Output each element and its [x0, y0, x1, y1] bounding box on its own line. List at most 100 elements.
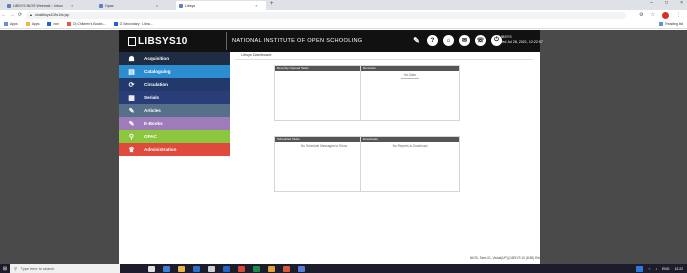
tray-clock[interactable]: 12:22 [675, 267, 684, 271]
close-window-icon[interactable]: × [680, 0, 683, 6]
bookmark-apps[interactable]: Apps [4, 22, 18, 26]
close-icon[interactable]: × [255, 3, 257, 8]
acquisition-icon: ☗ [128, 55, 135, 63]
panel-rule [401, 78, 419, 79]
app-header: LIBSYS10 NATIONAL INSTITUTE OF OPEN SCHO… [119, 30, 543, 52]
system-tray: ⌁ ♪ ENG 12:22 [636, 265, 687, 272]
bookmark-star-icon[interactable]: ☆ [651, 12, 655, 18]
menu-ebooks[interactable]: ✎ E-Books [119, 117, 230, 130]
status-bar: NIOS, Sent-01, Vishal(UP) [LIBSYS 10 (8.… [470, 256, 547, 260]
back-icon[interactable]: ← [0, 12, 8, 18]
home-icon[interactable]: ⌂ [443, 35, 454, 46]
panel-scheduled-tasks: Scheduled Tasks No Schedule Messages to … [274, 136, 374, 192]
windows-start-icon[interactable]: ⊞ [0, 264, 10, 273]
panel-body [275, 71, 373, 73]
divider [235, 59, 533, 60]
bookmark-favicon-icon [47, 22, 52, 26]
dashboard: Libsys Dashboard Recently Opened Tasks R… [230, 52, 546, 264]
tab-opac[interactable]: Opac × [96, 1, 174, 10]
bookmark-favicon-icon [113, 22, 118, 26]
reading-list[interactable]: Reading list [659, 22, 683, 26]
app-icon[interactable] [298, 265, 305, 272]
institution-title: NATIONAL INSTITUTE OF OPEN SCHOOLING [232, 38, 363, 44]
edge-icon[interactable] [163, 265, 170, 272]
circulation-icon: ⟳ [128, 81, 135, 89]
network-icon[interactable]: ⌁ [648, 267, 650, 271]
profile-avatar[interactable] [662, 11, 669, 19]
extensions-icon[interactable]: ⚙ [639, 12, 643, 18]
panel-downloads: Downloads No Reports to Download [360, 136, 460, 192]
taskbar: ⊞ ⚲ Type here to search ⌁ ♪ ENG 12:22 [0, 264, 687, 273]
help-icon[interactable]: ? [427, 35, 438, 46]
chat-icon[interactable]: ☏ [475, 35, 486, 46]
word-icon[interactable] [223, 265, 230, 272]
excel-icon[interactable] [253, 265, 260, 272]
panel-recent-tasks: Recently Opened Tasks [274, 65, 374, 121]
cataloguing-icon: ▤ [128, 68, 135, 76]
libsys-logo[interactable]: LIBSYS10 [128, 36, 188, 47]
url-text: nioslibsys10/ls1/ls.jsp [34, 13, 70, 17]
menu-serials[interactable]: ▦ Serials [119, 91, 230, 104]
articles-icon: ✎ [128, 107, 135, 115]
tab-favicon-icon [179, 3, 183, 8]
taskbar-search[interactable]: ⚲ Type here to search [10, 264, 120, 273]
tray-language[interactable]: ENG [662, 267, 669, 271]
serials-icon: ▦ [128, 94, 135, 102]
powerpoint-icon[interactable] [238, 265, 245, 272]
panel-body: No Data [404, 73, 416, 77]
panel-reminder: Reminder No Data [360, 65, 460, 121]
store-icon[interactable] [193, 265, 200, 272]
volume-icon[interactable]: ♪ [655, 267, 657, 271]
menu-circulation[interactable]: ⟳ Circulation [119, 78, 230, 91]
chrome-icon[interactable] [283, 265, 290, 272]
bookmark-apps-2[interactable]: Apps [25, 22, 39, 26]
close-icon[interactable]: × [156, 3, 158, 8]
administration-icon: ♛ [128, 146, 135, 154]
window-controls: – □ × [650, 0, 683, 6]
app-icon[interactable] [208, 265, 215, 272]
address-bar[interactable]: 🔒︎ nioslibsys10/ls1/ls.jsp [26, 11, 626, 19]
tab-favicon-icon [99, 3, 103, 8]
menu-opac[interactable]: ⚲ OPAC [119, 130, 230, 143]
tray-app-icon[interactable] [636, 265, 644, 272]
close-icon[interactable]: × [71, 3, 73, 8]
user-info: LIBSYS Wed Jul 28, 2021, 12:22:57 [499, 35, 543, 45]
tools-icon[interactable]: ✎ [411, 35, 422, 46]
search-icon: ⚲ [14, 267, 17, 271]
app-icon[interactable] [268, 265, 275, 272]
email-icon[interactable]: ✉ [459, 35, 470, 46]
lock-icon: 🔒︎ [30, 13, 32, 17]
header-divider [226, 32, 227, 50]
left-margin [0, 30, 119, 264]
apps-grid-icon [4, 22, 8, 26]
reload-icon[interactable]: ⟳ [16, 12, 24, 18]
new-tab-button[interactable]: + [270, 1, 274, 7]
opac-icon: ⚲ [128, 133, 135, 141]
file-explorer-icon[interactable] [178, 265, 185, 272]
browser-toolbar: ← → ⟳ 🔒︎ nioslibsys10/ls1/ls.jsp ⚙ ☆ ⋮ [0, 10, 687, 20]
tab-libsys[interactable]: Libsys × [176, 1, 266, 10]
bookmark-nwr[interactable]: nwr [47, 22, 59, 26]
right-margin [540, 30, 687, 264]
browser-tabstrip: LIBSYS NIOS Webmail :: Inbox × Opac × Li… [0, 0, 687, 10]
menu-cataloguing[interactable]: ▤ Cataloguing [119, 65, 230, 78]
task-view-icon[interactable] [148, 265, 155, 272]
panel-body: No Schedule Messages to Show [300, 144, 348, 148]
menu-acquisition[interactable]: ☗ Acquisition [119, 52, 230, 65]
menu-icon[interactable]: ⋮ [676, 12, 681, 18]
folder-icon [25, 22, 30, 26]
bookmark-childrens-books[interactable]: D) Children's Books... [66, 22, 106, 26]
menu-articles[interactable]: ✎ Articles [119, 104, 230, 117]
bookmark-favicon-icon [66, 22, 71, 26]
taskbar-apps [148, 265, 305, 272]
tab-webmail[interactable]: LIBSYS NIOS Webmail :: Inbox × [4, 1, 94, 10]
session-datetime: Wed Jul 28, 2021, 12:22:57 [499, 40, 543, 44]
tab-favicon-icon [7, 3, 11, 8]
minimize-icon[interactable]: – [650, 0, 653, 6]
panel-body: No Reports to Download [392, 144, 428, 148]
forward-icon[interactable]: → [8, 12, 16, 18]
reading-list-icon [659, 22, 664, 26]
menu-administration[interactable]: ♛ Administration [119, 143, 230, 156]
bookmark-secondary[interactable]: G Secondary : Libra... [113, 22, 153, 26]
maximize-icon[interactable]: □ [665, 0, 668, 6]
